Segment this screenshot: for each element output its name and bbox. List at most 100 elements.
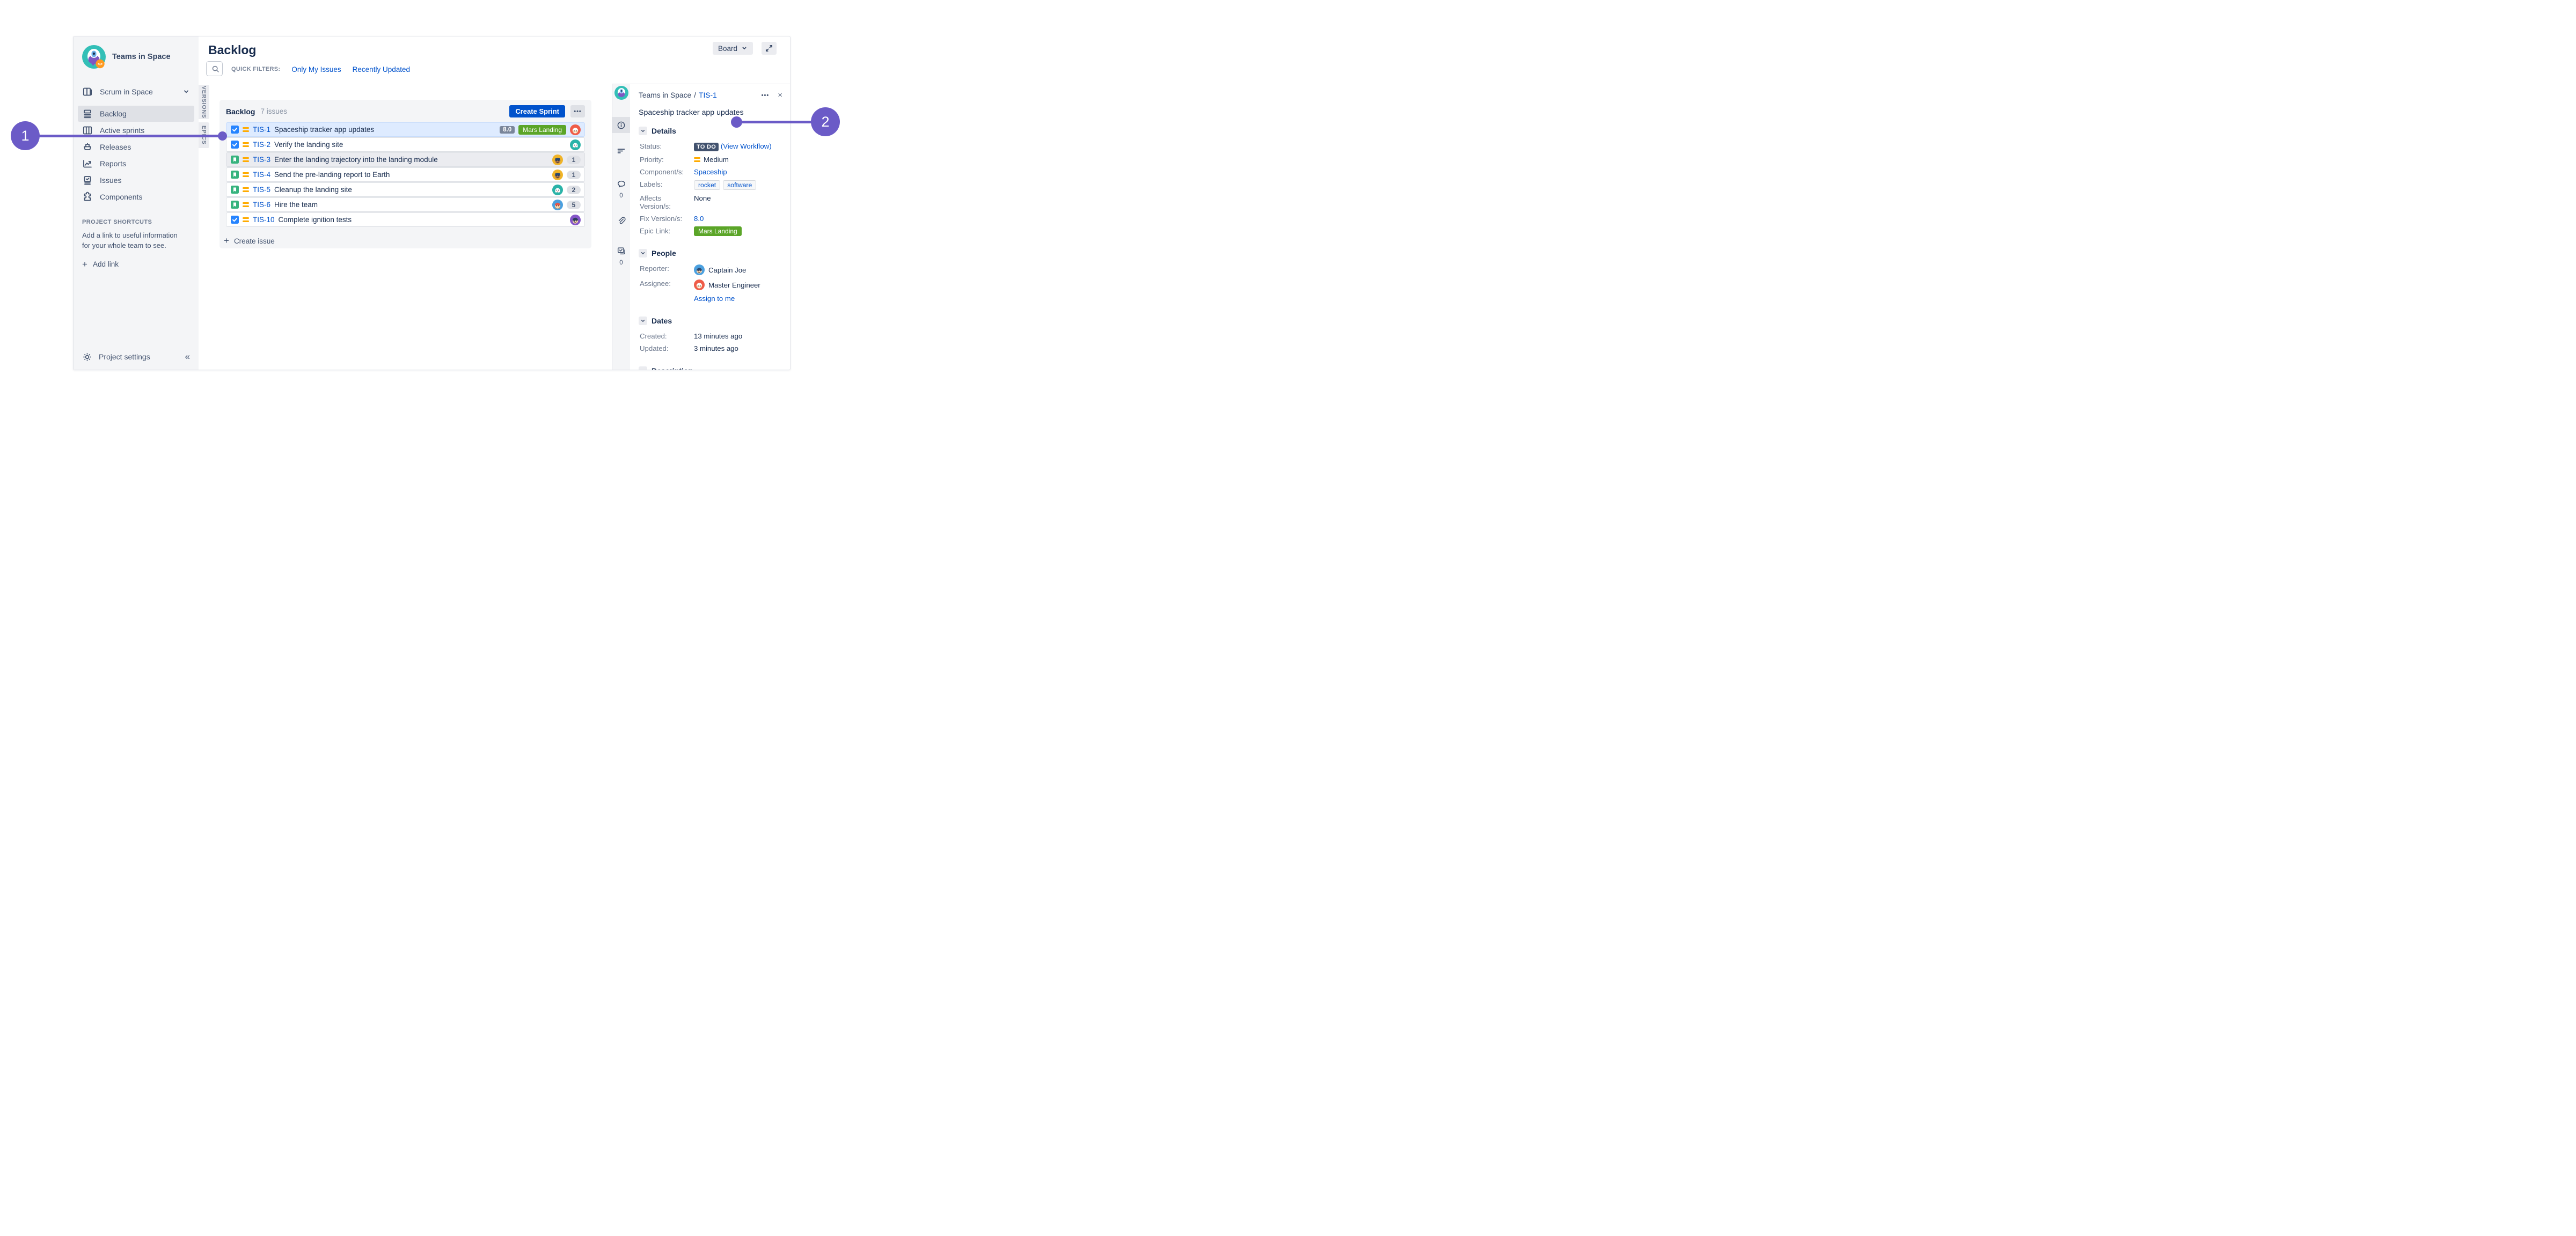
status-value: TO DO (View Workflow) bbox=[694, 142, 782, 151]
sidebar-item-backlog[interactable]: Backlog bbox=[78, 106, 194, 122]
issue-summary: Send the pre-landing report to Earth bbox=[274, 171, 390, 179]
breadcrumb-project[interactable]: Teams in Space bbox=[639, 91, 691, 99]
project-settings-label: Project settings bbox=[99, 352, 150, 361]
paperclip-icon bbox=[617, 216, 626, 226]
label-chip[interactable]: software bbox=[723, 180, 757, 190]
sidebar-item-label: Backlog bbox=[100, 109, 127, 118]
components-puzzle-icon bbox=[82, 192, 93, 202]
sidebar-item-label: Reports bbox=[100, 159, 127, 168]
details-tab-button[interactable] bbox=[612, 117, 630, 133]
view-workflow-link[interactable]: (View Workflow) bbox=[721, 142, 772, 150]
issue-row-tis-3[interactable]: TIS-3 Enter the landing trajectory into … bbox=[226, 152, 585, 167]
subtask-count-badge: 1 bbox=[567, 155, 581, 164]
issue-row-tis-6[interactable]: TIS-6 Hire the team 5 bbox=[226, 197, 585, 212]
updated-label: Updated: bbox=[640, 344, 669, 352]
issue-row-tis-2[interactable]: TIS-2 Verify the landing site bbox=[226, 137, 585, 152]
issue-row-tis-5[interactable]: TIS-5 Cleanup the landing site 2 bbox=[226, 182, 585, 197]
board-dropdown[interactable]: Board bbox=[712, 42, 753, 55]
add-link-label: Add link bbox=[92, 260, 119, 268]
label-chip[interactable]: rocket bbox=[694, 180, 721, 190]
create-issue-button[interactable]: + Create issue bbox=[224, 236, 585, 246]
comments-tab-button[interactable] bbox=[612, 176, 630, 192]
board-dropdown-label: Board bbox=[718, 44, 737, 53]
close-icon[interactable]: × bbox=[778, 91, 782, 99]
issue-key-link[interactable]: TIS-10 bbox=[253, 216, 275, 224]
status-label: Status: bbox=[640, 142, 662, 150]
task-type-icon bbox=[231, 216, 239, 224]
details-fields: Status: TO DO (View Workflow) Priority: … bbox=[640, 142, 782, 236]
assign-to-me-link[interactable]: Assign to me bbox=[694, 295, 782, 303]
sidebar-item-scrum-in-space[interactable]: Scrum in Space bbox=[78, 84, 194, 100]
comment-bubble-icon bbox=[617, 179, 626, 189]
section-description[interactable]: Description bbox=[639, 366, 782, 370]
filter-recently-updated[interactable]: Recently Updated bbox=[353, 65, 410, 73]
breadcrumb-issue-link[interactable]: TIS-1 bbox=[699, 91, 717, 99]
issue-row-tis-10[interactable]: TIS-10 Complete ignition tests bbox=[226, 212, 585, 227]
section-details[interactable]: Details bbox=[639, 127, 782, 135]
create-sprint-button[interactable]: Create Sprint bbox=[509, 105, 565, 117]
detail-icon-strip: 0 0 bbox=[612, 84, 630, 370]
section-people[interactable]: People bbox=[639, 249, 782, 258]
detail-more-button[interactable]: ••• bbox=[762, 92, 770, 99]
sidebar-item-issues[interactable]: Issues bbox=[78, 172, 194, 188]
chevron-down-icon bbox=[639, 249, 647, 258]
page-title: Backlog bbox=[208, 43, 257, 57]
epic-badge[interactable]: Mars Landing bbox=[694, 226, 742, 236]
issue-summary: Complete ignition tests bbox=[278, 216, 352, 224]
assignee-avatar bbox=[552, 169, 563, 180]
section-dates[interactable]: Dates bbox=[639, 317, 782, 325]
issue-key-link[interactable]: TIS-6 bbox=[253, 201, 270, 209]
quick-filters: QUICK FILTERS: Only My Issues Recently U… bbox=[231, 64, 410, 75]
reporter-value: Captain Joe bbox=[694, 264, 782, 275]
page-header: Backlog QUICK FILTERS: Only My Issues Re… bbox=[199, 36, 790, 84]
component-link[interactable]: Spaceship bbox=[694, 168, 782, 176]
svg-text:<>: <> bbox=[98, 62, 103, 67]
expand-fullscreen-button[interactable] bbox=[762, 42, 777, 55]
attachments-tab-button[interactable] bbox=[612, 213, 630, 229]
plus-icon: + bbox=[82, 259, 87, 269]
issue-key-link[interactable]: TIS-3 bbox=[253, 156, 270, 164]
priority-medium-icon bbox=[243, 142, 249, 147]
project-name: Teams in Space bbox=[112, 53, 171, 61]
issue-key-link[interactable]: TIS-5 bbox=[253, 186, 270, 194]
sidebar-item-reports[interactable]: Reports bbox=[78, 156, 194, 172]
issue-count: 7 issues bbox=[260, 107, 287, 115]
project-header[interactable]: <> Teams in Space bbox=[78, 45, 194, 69]
callout-line-2 bbox=[736, 121, 812, 123]
issue-row-tis-4[interactable]: TIS-4 Send the pre-landing report to Ear… bbox=[226, 167, 585, 182]
issue-key-link[interactable]: TIS-4 bbox=[253, 171, 270, 179]
comment-count: 0 bbox=[619, 193, 623, 199]
affects-version-value: None bbox=[694, 194, 711, 202]
reporter-avatar bbox=[694, 264, 705, 275]
issue-key-link[interactable]: TIS-1 bbox=[253, 126, 270, 134]
issue-summary: Verify the landing site bbox=[274, 141, 343, 149]
plus-icon: + bbox=[224, 236, 229, 246]
sidebar-item-components[interactable]: Components bbox=[78, 189, 194, 205]
sidebar-item-label: Issues bbox=[100, 176, 122, 185]
description-tab-button[interactable] bbox=[612, 143, 630, 159]
issue-key-link[interactable]: TIS-2 bbox=[253, 141, 270, 149]
updated-value: 3 minutes ago bbox=[694, 344, 738, 352]
project-avatar-icon[interactable] bbox=[614, 86, 628, 100]
search-input[interactable] bbox=[206, 61, 223, 76]
callout-line-1 bbox=[39, 135, 221, 137]
fix-version-link[interactable]: 8.0 bbox=[694, 215, 782, 223]
affects-version-label: Affects Version/s: bbox=[640, 194, 671, 210]
issue-detail-panel: 0 0 Teams in Space / TIS-1 ••• × Spacesh… bbox=[612, 84, 790, 370]
project-logo-icon: <> bbox=[82, 45, 106, 69]
add-link-button[interactable]: + Add link bbox=[82, 260, 190, 269]
app-window: <> Teams in Space Scrum in Space Backlog… bbox=[73, 36, 791, 370]
issue-row-tis-1[interactable]: TIS-1 Spaceship tracker app updates 8.0 … bbox=[226, 122, 585, 137]
tab-versions[interactable]: VERSIONS bbox=[199, 85, 209, 119]
priority-medium-icon bbox=[243, 172, 249, 177]
subtasks-tab-button[interactable] bbox=[612, 243, 630, 259]
board-icon bbox=[82, 86, 93, 97]
collapse-sidebar-icon[interactable]: « bbox=[185, 351, 190, 362]
columns-icon bbox=[82, 125, 93, 136]
backlog-more-button[interactable]: ••• bbox=[570, 105, 585, 117]
project-settings-button[interactable]: Project settings « bbox=[82, 351, 190, 362]
sidebar-item-releases[interactable]: Releases bbox=[78, 139, 194, 155]
filter-only-my-issues[interactable]: Only My Issues bbox=[291, 65, 341, 73]
estimate-badge: 8.0 bbox=[500, 126, 515, 134]
priority-medium-icon bbox=[243, 202, 249, 207]
